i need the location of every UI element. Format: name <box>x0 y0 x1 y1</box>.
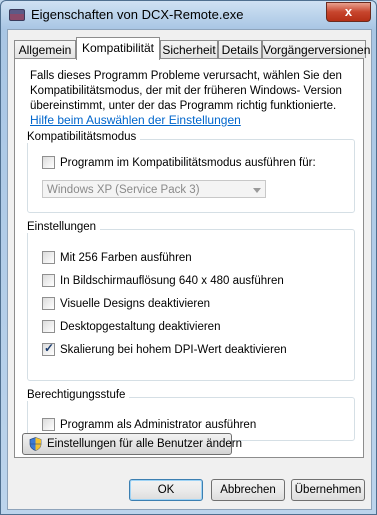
checkbox-label: Programm als Administrator ausführen <box>60 419 257 431</box>
group-title: Einstellungen <box>22 221 101 233</box>
checkbox[interactable] <box>42 297 55 310</box>
compat-mode-checkbox[interactable] <box>42 156 55 169</box>
button-label: Einstellungen für alle Benutzer ändern <box>47 438 242 450</box>
close-button[interactable]: x <box>326 2 371 22</box>
uac-shield-icon <box>29 437 42 451</box>
checkbox[interactable] <box>42 320 55 333</box>
change-settings-all-users-button[interactable]: Einstellungen für alle Benutzer ändern <box>22 433 242 455</box>
group-title: Kompatibilitätsmodus <box>22 131 141 143</box>
cancel-button[interactable]: Abbrechen <box>211 479 285 501</box>
tab-kompatibilitaet[interactable]: Kompatibilität <box>76 37 160 60</box>
tab-allgemein[interactable]: Allgemein <box>14 40 76 58</box>
window-title: Eigenschaften von DCX-Remote.exe <box>31 7 244 22</box>
compat-os-dropdown[interactable]: Windows XP (Service Pack 3) <box>42 180 266 198</box>
chevron-down-icon <box>253 188 261 193</box>
checkbox-label: In Bildschirmauflösung 640 x 480 ausführ… <box>60 275 284 287</box>
intro-line: Falls dieses Programm Probleme verursach… <box>30 70 342 82</box>
properties-window: Eigenschaften von DCX-Remote.exe x Allge… <box>0 0 377 515</box>
dropdown-value: Windows XP (Service Pack 3) <box>47 184 200 196</box>
compat-mode-group: Kompatibilitätsmodus Programm im Kompati… <box>22 131 355 213</box>
checkbox-label: Mit 256 Farben ausführen <box>60 252 192 264</box>
settings-group: Einstellungen Mit 256 Farben ausführen I… <box>22 221 355 381</box>
checkbox[interactable] <box>42 274 55 287</box>
app-icon <box>9 9 25 21</box>
intro-line: Kompatibilitätsmodus, der mit der früher… <box>30 85 342 97</box>
group-title: Berechtigungsstufe <box>22 389 130 401</box>
compatibility-panel: Falls dieses Programm Probleme verursach… <box>14 58 364 458</box>
checkbox-label: Skalierung bei hohem DPI-Wert deaktivier… <box>60 344 287 356</box>
checkbox-checked[interactable] <box>42 341 55 356</box>
tab-sicherheit[interactable]: Sicherheit <box>160 40 218 58</box>
apply-button[interactable]: Übernehmen <box>291 479 365 501</box>
checkbox-label: Desktopgestaltung deaktivieren <box>60 321 221 333</box>
title-bar[interactable]: Eigenschaften von DCX-Remote.exe x <box>1 1 376 29</box>
intro-line: übereinstimmt, unter der das Programm ri… <box>30 100 337 112</box>
help-link[interactable]: Hilfe beim Auswählen der Einstellungen <box>30 113 241 127</box>
intro-text: Falls dieses Programm Probleme verursach… <box>30 69 360 114</box>
checkbox[interactable] <box>42 251 55 264</box>
dialog-client: Allgemein Kompatibilität Sicherheit Deta… <box>7 29 372 510</box>
run-as-admin-checkbox[interactable] <box>42 418 55 431</box>
checkbox-label: Visuelle Designs deaktivieren <box>60 298 211 310</box>
checkbox-label: Programm im Kompatibilitätsmodus ausführ… <box>60 157 316 169</box>
tab-vorgaengerversionen[interactable]: Vorgängerversionen <box>262 40 370 58</box>
ok-button[interactable]: OK <box>129 479 203 501</box>
tab-details[interactable]: Details <box>218 40 262 58</box>
